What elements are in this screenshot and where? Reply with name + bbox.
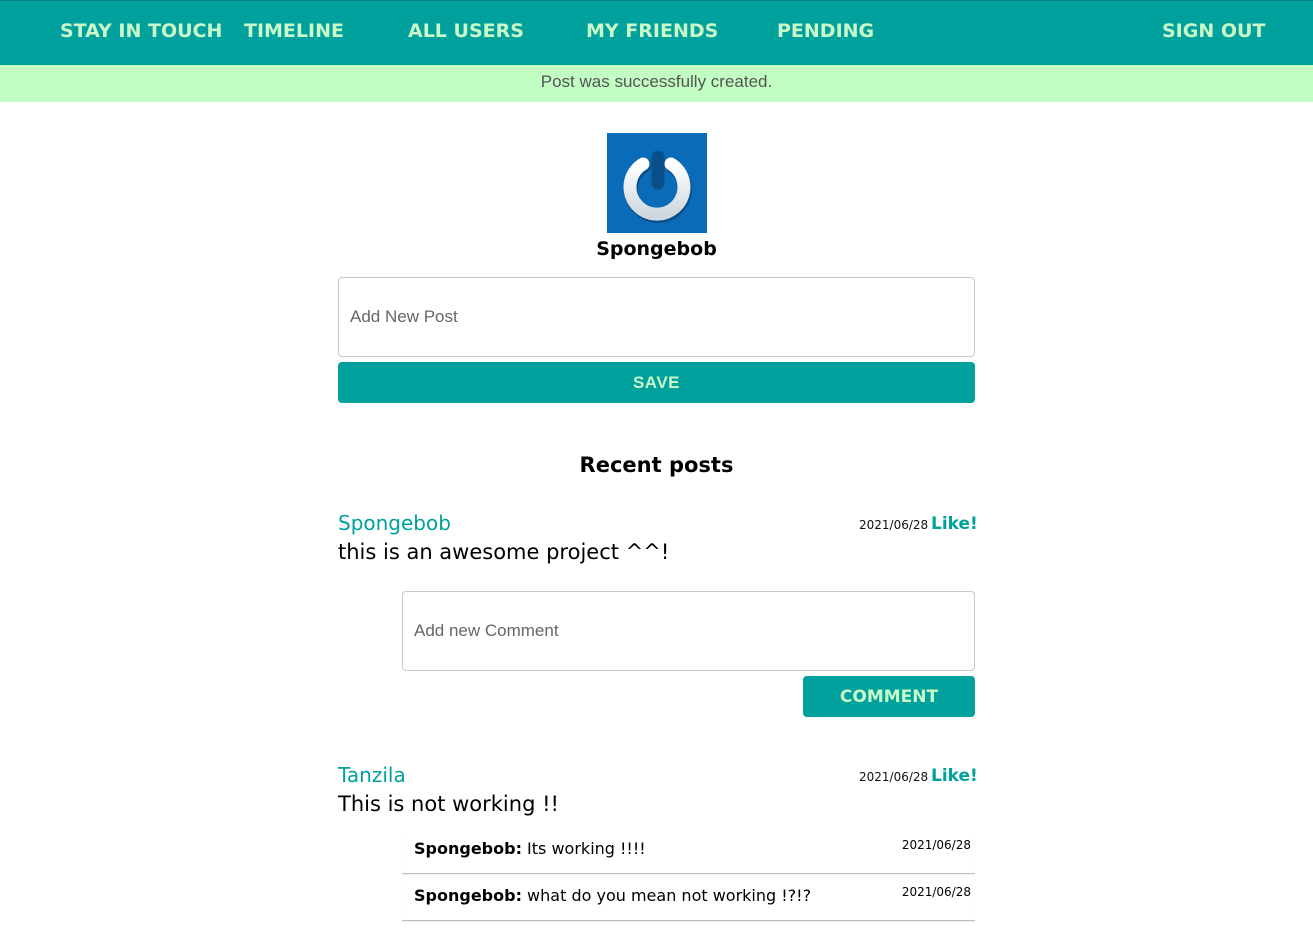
comment-author: Spongebob: [414,886,522,905]
like-button[interactable]: Like! [931,766,978,786]
nav-sign-out[interactable]: SIGN OUT [1162,20,1265,42]
nav-pending[interactable]: PENDING [777,20,874,42]
new-post-input[interactable] [338,277,975,357]
post-content: This is not working !! [338,792,559,816]
recent-posts-heading: Recent posts [579,453,734,477]
comment-body: what do you mean not working !?!? [521,886,812,905]
comment-text: Spongebob: Its working !!!! [414,839,646,858]
nav-brand[interactable]: STAY IN TOUCH [60,20,222,42]
like-button[interactable]: Like! [931,514,978,534]
navbar: STAY IN TOUCH TIMELINE ALL USERS MY FRIE… [0,0,1313,65]
comment-item: Spongebob: Its working !!!! 2021/06/28 [402,827,975,874]
post-date: 2021/06/28 [859,770,929,784]
nav-all-users[interactable]: ALL USERS [408,20,524,42]
save-button[interactable]: SAVE [338,362,975,403]
comment-body: Its working !!!! [521,839,646,858]
post-author[interactable]: Spongebob [338,511,451,535]
comment-item: Spongebob: what do you mean not working … [402,874,975,921]
comment-text: Spongebob: what do you mean not working … [414,886,811,905]
comment-input[interactable] [402,591,975,671]
post-content: this is an awesome project ^^! [338,540,670,564]
comment-author: Spongebob: [414,839,522,858]
profile-name: Spongebob [596,238,717,260]
avatar [607,133,707,233]
comment-date: 2021/06/28 [901,885,971,899]
nav-my-friends[interactable]: MY FRIENDS [586,20,718,42]
comment-button[interactable]: COMMENT [803,676,975,717]
post-date: 2021/06/28 [859,518,929,532]
success-notice: Post was successfully created. [0,65,1313,102]
nav-timeline[interactable]: TIMELINE [244,20,344,42]
power-icon [623,149,692,224]
comment-date: 2021/06/28 [901,838,971,852]
post-author[interactable]: Tanzila [338,763,406,787]
